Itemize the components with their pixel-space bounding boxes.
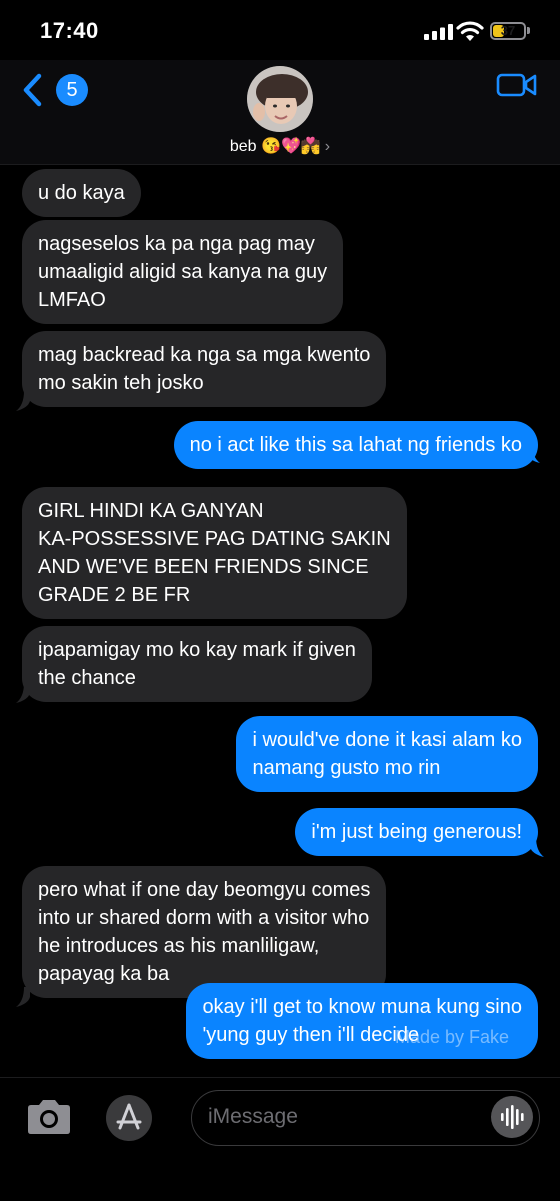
video-call-icon[interactable]	[496, 72, 538, 98]
contact-avatar[interactable]	[247, 66, 313, 132]
status-bar: 17:40 37	[0, 0, 560, 60]
bubble-tail	[16, 987, 30, 1007]
message-input-placeholder: iMessage	[208, 1105, 298, 1128]
app-store-button[interactable]	[106, 1095, 152, 1141]
bubble-tail	[530, 837, 544, 857]
bubble-tail	[526, 443, 540, 463]
battery-icon: 37	[490, 22, 526, 40]
voice-memo-button[interactable]	[491, 1096, 533, 1138]
message-incoming[interactable]: mag backread ka nga sa mga kwento mo sak…	[22, 331, 387, 407]
watermark: Made by Fake	[395, 1027, 510, 1047]
contact-name-button[interactable]: beb 😘💖💏 ›	[0, 136, 560, 156]
status-time: 17:40	[40, 18, 99, 43]
app-store-icon	[116, 1103, 142, 1130]
battery-percent: 37	[500, 23, 516, 38]
signal-icon	[424, 24, 453, 40]
back-button[interactable]: 5	[20, 68, 88, 112]
camera-icon[interactable]	[24, 1098, 74, 1136]
battery-cap	[527, 27, 530, 34]
conversation-header: 5 beb 😘💖💏 ›	[0, 60, 560, 165]
message-thread[interactable]: u do kaya nagseselos ka pa nga pag may u…	[0, 165, 560, 1077]
message-incoming[interactable]: ipapamigay mo ko kay mark if given the c…	[22, 626, 372, 702]
message-outgoing[interactable]: no i act like this sa lahat ng friends k…	[173, 421, 538, 469]
message-outgoing[interactable]: i'm just being generous!	[295, 808, 538, 856]
contact-name: beb 😘💖💏	[229, 138, 321, 155]
wifi-icon	[456, 21, 484, 41]
chevron-right-icon: ›	[324, 138, 331, 155]
voice-memo-icon	[501, 1105, 524, 1129]
message-input[interactable]: iMessage	[191, 1090, 540, 1146]
back-chevron-icon	[23, 73, 42, 107]
message-incoming[interactable]: pero what if one day beomgyu comes into …	[22, 866, 387, 998]
message-incoming[interactable]: GIRL HINDI KA GANYAN KA-POSSESSIVE PAG D…	[22, 487, 407, 619]
message-incoming[interactable]: u do kaya	[22, 169, 141, 217]
bubble-tail	[16, 683, 30, 703]
composer-bar: iMessage	[0, 1077, 560, 1201]
unread-count-badge: 5	[56, 74, 88, 106]
bubble-tail	[16, 391, 30, 411]
message-outgoing[interactable]: i would've done it kasi alam ko namang g…	[236, 716, 538, 792]
avatar-photo	[247, 66, 313, 132]
message-incoming[interactable]: nagseselos ka pa nga pag may umaaligid a…	[22, 220, 344, 324]
